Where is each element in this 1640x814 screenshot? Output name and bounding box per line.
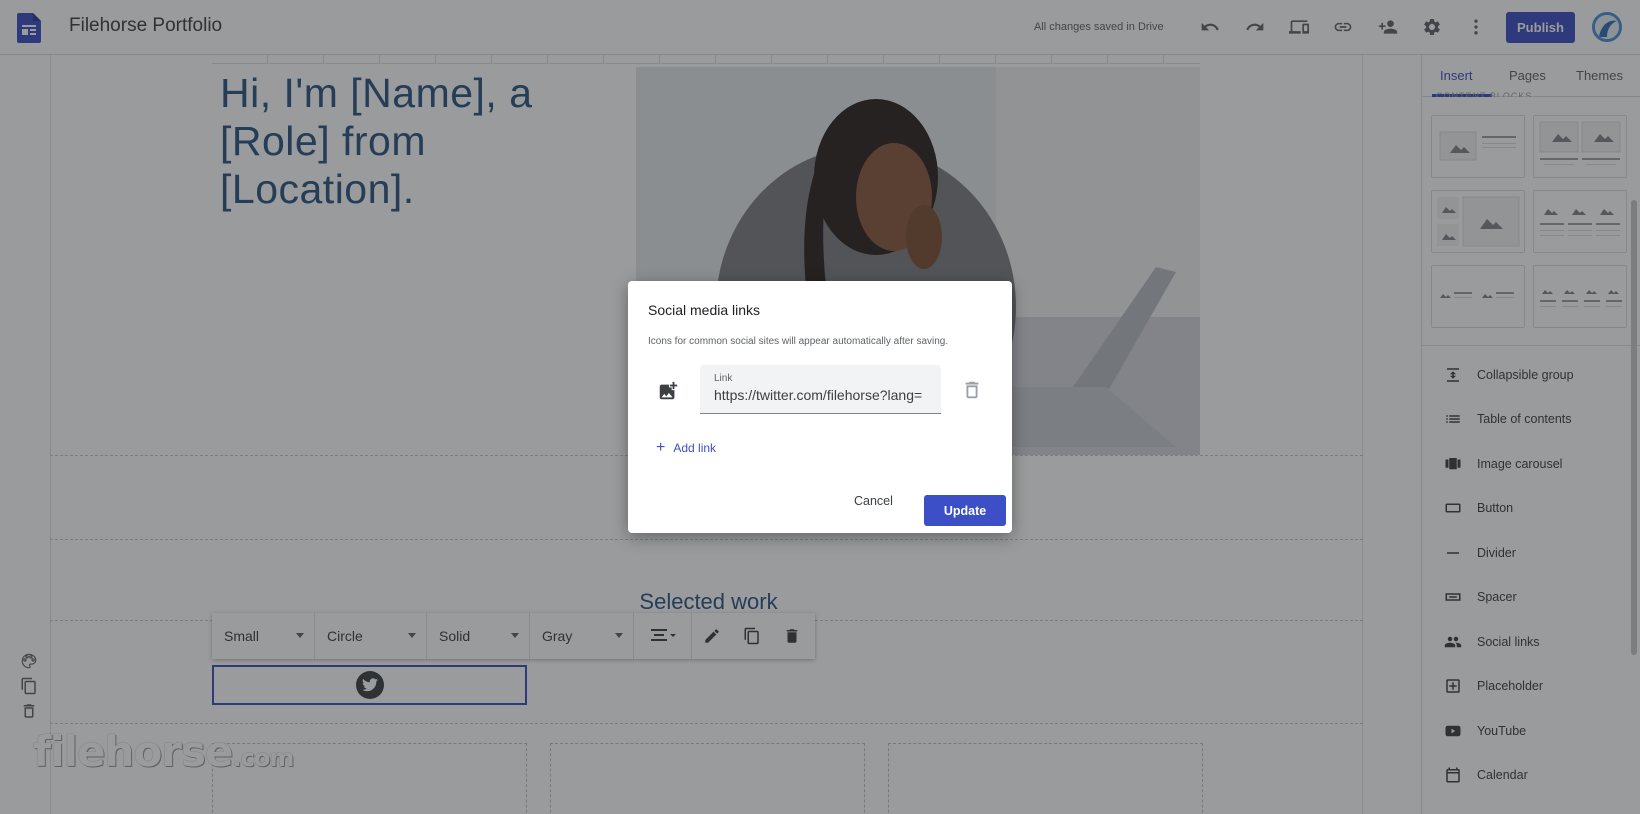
link-field[interactable]: Link https://twitter.com/filehorse?lang= bbox=[700, 365, 941, 414]
add-link-button[interactable]: + Add link bbox=[656, 439, 717, 456]
dialog-title: Social media links bbox=[648, 302, 761, 318]
plus-icon: + bbox=[656, 439, 666, 456]
delete-icon[interactable] bbox=[961, 379, 983, 401]
cancel-button[interactable]: Cancel bbox=[854, 494, 893, 508]
add-photo-icon[interactable] bbox=[657, 380, 679, 402]
link-field-value[interactable]: https://twitter.com/filehorse?lang= bbox=[714, 387, 936, 403]
update-button[interactable]: Update bbox=[924, 495, 1006, 526]
link-field-label: Link bbox=[714, 373, 733, 384]
social-links-dialog: Social media links Icons for common soci… bbox=[628, 281, 1012, 533]
add-link-label: Add link bbox=[673, 441, 717, 455]
dialog-description: Icons for common social sites will appea… bbox=[648, 336, 949, 347]
